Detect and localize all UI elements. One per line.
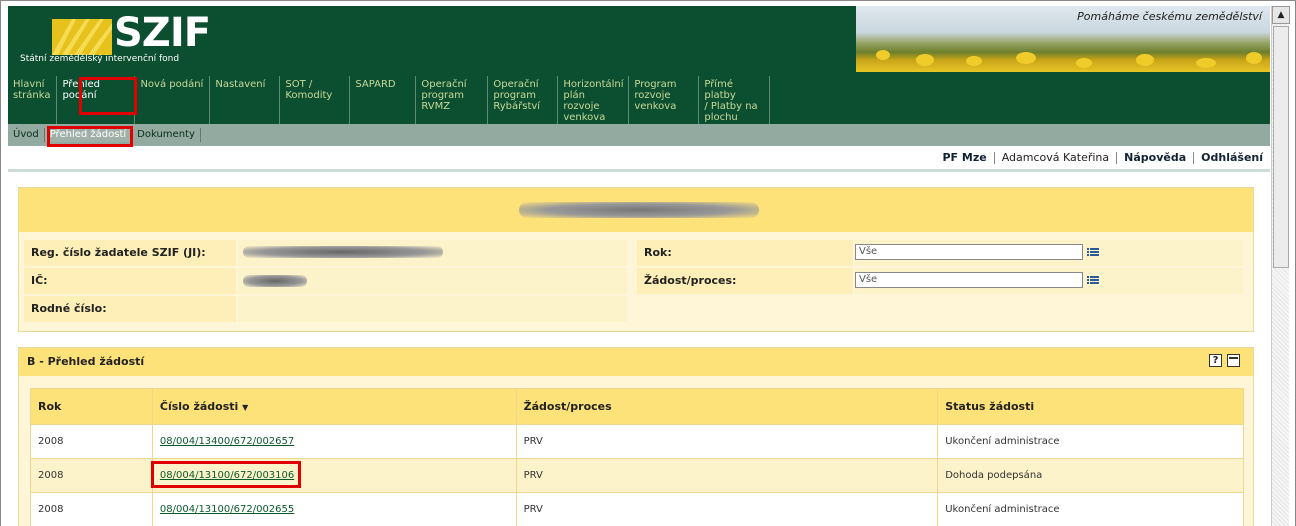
col-rok[interactable]: Rok [30,388,153,425]
zadost-proces-label: Žádost/proces: [637,268,853,294]
rok-field: Vše [855,240,1243,266]
cell-status: Ukončení administrace [937,424,1244,459]
banner-slogan: Pomáháme českému zemědělství [1077,10,1262,23]
org-link[interactable]: PF Mze [935,151,993,164]
nav-op-rybarstvi[interactable]: Operační program Rybářství [487,76,557,124]
szif-logo[interactable]: SZIF Státní zemědělský intervenční fond [8,6,248,72]
cell-proces: PRV [515,492,939,526]
nav-hrdp[interactable]: Horizontální plán rozvoje venkova [557,76,628,124]
scroll-up-arrow-icon[interactable]: ▲ [1272,6,1290,24]
scrollbar-thumb[interactable] [1273,26,1289,268]
help-link[interactable]: Nápověda [1116,151,1193,164]
cell-rok: 2008 [30,424,153,459]
zadost-proces-field: Vše [855,268,1243,294]
cell-proces: PRV [515,458,939,493]
request-link[interactable]: 08/004/13100/672/002655 [160,504,294,515]
minimize-icon [1229,357,1238,359]
nav-hlavni-stranka[interactable]: Hlavní stránka [8,76,56,124]
sub-navigation: Úvod Přehled žádostí Dokumenty [8,124,1270,146]
nav-prv[interactable]: Program rozvoje venkova [628,76,698,124]
nav-op-rvmz[interactable]: Operační program RVMZ [415,76,487,124]
ic-label: IČ: [24,268,236,294]
highlight-prehled-podani [79,77,137,115]
redacted-ic [243,275,307,287]
requests-panel-title: B - Přehled žádostí [27,355,145,368]
reg-number-value [238,240,627,266]
rodne-cislo-label: Rodné číslo: [24,296,236,322]
rok-select[interactable]: Vše [855,244,1083,260]
redacted-reg-number [243,246,443,258]
requests-overview-panel: B - Přehled žádostí ? Rok Číslo žádosti … [18,347,1254,526]
panel-title-bar [19,188,1253,232]
logo-subtitle: Státní zemědělský intervenční fond [20,54,180,64]
logo-fields-icon [52,19,112,55]
requests-table: Rok Číslo žádosti ▼ Žádost/proces Status… [30,388,1244,526]
vertical-scrollbar[interactable]: ▲ [1271,6,1290,526]
requests-panel-header: B - Přehled žádostí ? [19,348,1253,376]
cell-rok: 2008 [30,492,153,526]
ic-value [238,268,627,294]
rok-label: Rok: [637,240,853,266]
nav-nastaveni[interactable]: Nastavení [209,76,279,124]
list-picker-icon[interactable] [1087,247,1099,257]
reg-number-label: Reg. číslo žadatele SZIF (JI): [24,240,236,266]
highlight-prehled-zadosti [47,126,133,147]
nav-sot-komodity[interactable]: SOT / Komodity [279,76,349,124]
site-header: SZIF Státní zemědělský intervenční fond … [8,6,1270,124]
col-status[interactable]: Status žádosti [937,388,1244,425]
table-row: 2008 08/004/13100/672/002655 PRV Ukončen… [30,492,1244,526]
cell-cislo: 08/004/13400/672/002657 [151,424,517,459]
request-link[interactable]: 08/004/13400/672/002657 [160,436,294,447]
logo-text: SZIF [114,10,211,56]
sunflower-banner: Pomáháme českému zemědělství [856,6,1270,72]
help-button[interactable]: ? [1209,354,1222,367]
col-zadost-proces[interactable]: Žádost/proces [515,388,939,425]
cell-rok: 2008 [30,458,153,493]
nav-prime-platby[interactable]: Přímé platby / Platby na plochu [698,76,771,124]
user-name: Adamcová Kateřina [993,151,1116,164]
highlight-request-link [151,461,301,488]
table-row: 2008 08/004/13400/672/002657 PRV Ukončen… [30,424,1244,459]
col-cislo-zadosti[interactable]: Číslo žádosti ▼ [151,388,517,425]
col-cislo-label: Číslo žádosti [159,400,239,413]
subnav-uvod[interactable]: Úvod [8,128,45,142]
sort-desc-icon: ▼ [242,403,249,412]
user-bar: PF Mze Adamcová Kateřina Nápověda Odhláš… [8,146,1270,172]
collapse-button[interactable] [1227,354,1240,367]
nav-nova-podani[interactable]: Nová podání [134,76,209,124]
zadost-proces-select[interactable]: Vše [855,272,1083,288]
subnav-dokumenty[interactable]: Dokumenty [132,128,201,142]
logout-link[interactable]: Odhlášení [1193,151,1270,164]
cell-status: Ukončení administrace [937,492,1244,526]
table-header-row: Rok Číslo žádosti ▼ Žádost/proces Status… [30,388,1244,425]
cell-proces: PRV [515,424,939,459]
redacted-applicant-name [519,202,759,218]
applicant-filter-panel: Reg. číslo žadatele SZIF (JI): IČ: Rodné… [18,187,1254,332]
list-picker-icon[interactable] [1087,275,1099,285]
cell-cislo: 08/004/13100/672/002655 [151,492,517,526]
cell-status: Dohoda podepsána [937,458,1244,493]
rodne-cislo-value [238,296,627,322]
nav-sapard[interactable]: SAPARD [349,76,415,124]
